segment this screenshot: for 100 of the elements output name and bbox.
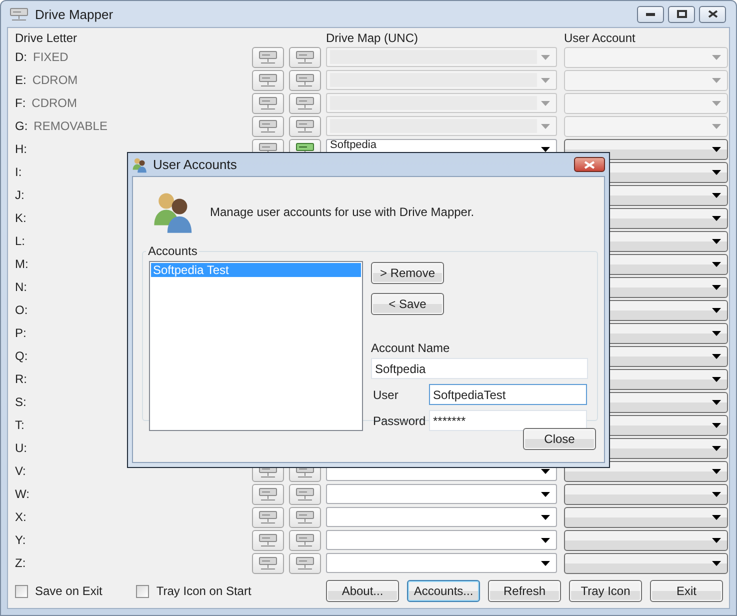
drive-letter: J: xyxy=(15,188,24,202)
dropdown-arrow-icon xyxy=(712,54,721,60)
column-header: Drive Letter xyxy=(15,31,78,45)
network-drive-icon xyxy=(258,532,278,548)
text-field[interactable]: ******* xyxy=(429,410,587,431)
network-drive-icon xyxy=(258,510,278,524)
network-drive-icon xyxy=(258,72,278,88)
dropdown-arrow-icon xyxy=(712,538,721,542)
dropdown-arrow-icon xyxy=(541,100,550,106)
action-button[interactable]: > Remove xyxy=(371,262,444,284)
drive-letter: S: xyxy=(15,395,26,409)
drive-letter: U: xyxy=(15,441,27,455)
dropdown-arrow-icon xyxy=(712,216,721,220)
dropdown-arrow-icon xyxy=(541,468,550,474)
dropdown-arrow-icon xyxy=(541,78,550,82)
field-label: Password xyxy=(373,414,427,428)
dropdown-arrow-icon xyxy=(712,238,721,244)
drive-letter: W: xyxy=(15,487,30,501)
dropdown-arrow-icon xyxy=(541,124,550,128)
drive-letter: Z: xyxy=(15,556,26,570)
field-label: User xyxy=(373,388,400,402)
drive-letter: V: xyxy=(15,464,26,478)
maximize-button[interactable] xyxy=(668,6,695,22)
drive-letter: O: xyxy=(15,303,28,317)
network-drive-icon xyxy=(258,96,278,110)
dropdown-arrow-icon xyxy=(541,538,550,542)
drive-type: REMOVABLE xyxy=(34,119,108,133)
network-drive-icon xyxy=(9,6,29,22)
dropdown-arrow-icon xyxy=(541,492,550,496)
close-button[interactable] xyxy=(574,157,605,172)
dropdown-arrow-icon xyxy=(712,284,721,290)
toolbar-button[interactable]: Tray Icon xyxy=(569,580,642,602)
dropdown-arrow-icon xyxy=(712,492,721,496)
drive-letter: I: xyxy=(15,165,22,179)
dropdown-arrow-icon xyxy=(712,468,721,474)
minimize-icon xyxy=(646,12,655,16)
dropdown-arrow-icon xyxy=(712,308,721,312)
drive-letter: K: xyxy=(15,211,26,225)
dialog-message: Manage user accounts for use with Drive Mapper. xyxy=(210,205,474,219)
toolbar-button[interactable]: Exit xyxy=(650,580,723,602)
dropdown-arrow-icon xyxy=(541,146,550,152)
drive-type: CDROM xyxy=(32,73,78,87)
toolbar-button[interactable]: Refresh xyxy=(488,580,561,602)
dropdown-arrow-icon xyxy=(541,514,550,520)
drive-letter: N: xyxy=(15,280,27,294)
maximize-icon xyxy=(676,10,686,18)
close-button[interactable] xyxy=(699,6,726,22)
dropdown-arrow-icon xyxy=(712,354,721,358)
checkbox[interactable]: Save on Exit xyxy=(15,584,102,598)
close-icon xyxy=(584,160,595,168)
drive-type: FIXED xyxy=(33,50,68,64)
dropdown-arrow-icon xyxy=(712,422,721,428)
drive-letter: D: xyxy=(15,50,27,64)
drive-type: CDROM xyxy=(32,96,77,110)
field-label: Account Name xyxy=(371,341,451,355)
toolbar-button[interactable]: About... xyxy=(326,580,399,602)
action-button[interactable]: < Save xyxy=(371,293,444,315)
drive-letter: E: xyxy=(15,73,26,87)
minimize-button[interactable] xyxy=(637,6,664,22)
text-field[interactable]: SoftpediaTest xyxy=(429,384,587,405)
close-icon xyxy=(708,10,718,18)
dropdown-arrow-icon xyxy=(712,514,721,520)
drive-letter: L: xyxy=(15,234,26,248)
toolbar-button[interactable]: Accounts... xyxy=(407,580,480,602)
dropdown-arrow-icon xyxy=(712,376,721,382)
dropdown-arrow-icon xyxy=(712,192,721,198)
column-header: Drive Map (UNC) xyxy=(326,31,420,45)
dropdown-arrow-icon xyxy=(712,124,721,128)
drive-letter: G: xyxy=(15,119,28,133)
network-drive-icon xyxy=(258,556,278,570)
column-header: User Account xyxy=(564,31,636,45)
drive-letter: P: xyxy=(15,326,26,340)
drive-letter: X: xyxy=(15,510,26,524)
dropdown-arrow-icon xyxy=(712,560,721,566)
drive-letter: H: xyxy=(15,142,27,156)
network-drive-icon xyxy=(258,486,278,502)
dropdown-arrow-icon xyxy=(541,560,550,566)
dropdown-arrow-icon xyxy=(712,170,721,174)
drive-letter: F: xyxy=(15,96,26,110)
checkbox[interactable]: Tray Icon on Start xyxy=(136,584,252,598)
dropdown-arrow-icon xyxy=(712,330,721,336)
network-drive-icon xyxy=(258,118,278,134)
dialog-title: User Accounts xyxy=(153,157,238,172)
dropdown-arrow-icon xyxy=(541,54,550,60)
dropdown-arrow-icon xyxy=(712,446,721,450)
text-field[interactable]: Softpedia xyxy=(371,358,588,379)
dropdown-arrow-icon xyxy=(712,146,721,152)
drive-letter: M: xyxy=(15,257,28,271)
group-label: Accounts xyxy=(147,244,198,258)
drive-letter: T: xyxy=(15,418,24,432)
dropdown-arrow-icon xyxy=(712,78,721,82)
drive-letter: Y: xyxy=(15,533,26,547)
network-drive-icon xyxy=(258,50,278,64)
user-account-dropdown[interactable] xyxy=(564,138,728,160)
users-icon xyxy=(132,156,148,172)
dropdown-arrow-icon xyxy=(712,262,721,266)
window-title: Drive Mapper xyxy=(35,6,114,22)
drive-letter: R: xyxy=(15,372,27,386)
dropdown-arrow-icon xyxy=(712,400,721,404)
drive-letter: Q: xyxy=(15,349,28,363)
